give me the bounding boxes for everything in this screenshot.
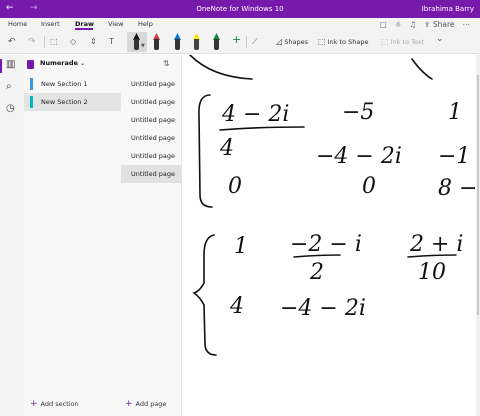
ink-entry: −5	[342, 100, 374, 125]
rail-selection-indicator	[0, 59, 2, 73]
chevron-down-icon: ⌄	[80, 60, 86, 67]
sort-icon[interactable]: ⇅	[163, 59, 170, 68]
notebook-name: Numerade	[40, 59, 78, 67]
ink-to-text-icon: ⬚	[381, 37, 389, 46]
pen-red[interactable]	[152, 33, 161, 51]
tab-help[interactable]: Help	[138, 20, 153, 28]
undo-icon[interactable]: ↶	[8, 36, 16, 48]
vertical-scrollbar[interactable]	[476, 55, 480, 416]
page-item[interactable]: Untitled page	[121, 75, 181, 93]
ink-entry: 2 + i	[409, 232, 463, 257]
toolbar-divider	[246, 36, 247, 48]
ink-entry: 8 −	[438, 176, 477, 201]
tab-home[interactable]: Home	[8, 20, 27, 28]
bell-icon[interactable]: ♫	[409, 20, 416, 29]
ink-stroke	[411, 58, 433, 80]
section-label: New Section 1	[41, 80, 88, 88]
draw-toolbar: ↶ ↷ ⬚ ◇ ⇕ T ▼ + ⟋ ◿ Shapes ⬚ Ink to Shap…	[0, 30, 480, 54]
type-text-icon[interactable]: T	[109, 36, 114, 48]
lasso-select-icon[interactable]: ⬚	[50, 36, 58, 48]
plus-icon: +	[125, 399, 133, 409]
ink-stroke	[189, 55, 253, 80]
notebook-icon	[27, 60, 34, 69]
user-name[interactable]: Ibrahima Barry	[422, 5, 474, 13]
matrix-bracket	[192, 234, 217, 356]
notebooks-icon[interactable]: ▥	[6, 59, 15, 70]
ink-to-shape-button[interactable]: ⬚ Ink to Shape	[318, 36, 368, 48]
title-bar: ← → OneNote for Windows 10 Ibrahima Barr…	[0, 0, 480, 18]
redo-icon[interactable]: ↷	[28, 36, 36, 48]
toolbar-divider	[44, 36, 45, 48]
matrix-bracket	[198, 94, 213, 208]
ink-entry: 10	[418, 260, 446, 285]
page-item[interactable]: Untitled page	[121, 129, 181, 147]
ink-entry: −4 − 2i	[316, 144, 402, 169]
window-title: OneNote for Windows 10	[196, 5, 284, 13]
ink-entry: 4	[219, 136, 234, 161]
menu-right-icons: ▢ ☼ ♫ ⇪ Share ⋯	[380, 18, 470, 30]
more-options-icon[interactable]: ⌄	[436, 33, 444, 45]
ink-entry: 2	[309, 260, 324, 285]
ruler-icon[interactable]: ⟋	[252, 36, 258, 48]
section-item[interactable]: New Section 1	[24, 75, 121, 93]
section-item-selected[interactable]: New Section 2	[24, 93, 121, 111]
navigation-rail: ▥ ⌕ ◷	[0, 55, 24, 416]
shapes-label: Shapes	[284, 38, 308, 46]
ink-to-shape-icon: ⬚	[318, 37, 326, 46]
tab-insert[interactable]: Insert	[41, 20, 60, 28]
eraser-icon[interactable]: ◇	[70, 36, 76, 48]
ink-entry: 0	[362, 174, 376, 199]
pen-black-selected[interactable]	[132, 33, 141, 51]
section-label: New Section 2	[41, 98, 88, 106]
search-icon[interactable]: ⌕	[6, 81, 12, 92]
page-item[interactable]: Untitled page	[121, 93, 181, 111]
insert-space-icon[interactable]: ⇕	[90, 36, 97, 48]
share-label: Share	[432, 19, 455, 29]
ink-entry: −2 − i	[290, 232, 362, 257]
page-pane: ⇅ Untitled page Untitled page Untitled p…	[121, 55, 182, 416]
page-item-selected[interactable]: Untitled page	[121, 165, 181, 183]
more-icon[interactable]: ⋯	[463, 20, 471, 29]
fraction-bar	[219, 126, 305, 131]
ink-to-shape-label: Ink to Shape	[327, 38, 369, 46]
add-page-label: Add page	[135, 400, 167, 408]
add-section-button[interactable]: + Add section	[30, 399, 79, 409]
ink-entry: 0	[228, 174, 242, 199]
ribbon-tabs: Home Insert Draw View Help ▢ ☼ ♫ ⇪ Share…	[0, 18, 480, 30]
section-color-swatch	[30, 96, 33, 108]
scrollbar-thumb[interactable]	[477, 75, 479, 315]
page-item[interactable]: Untitled page	[121, 147, 181, 165]
share-icon: ⇪	[424, 19, 431, 29]
section-pane: Numerade ⌄ New Section 1 New Section 2 +…	[24, 55, 121, 416]
tab-draw[interactable]: Draw	[75, 20, 94, 28]
highlighter-yellow[interactable]	[192, 33, 201, 51]
ink-entry: 4 − 2i	[221, 102, 289, 127]
page-item[interactable]: Untitled page	[121, 111, 181, 129]
recent-icon[interactable]: ◷	[6, 103, 15, 114]
sticky-notes-icon[interactable]: ▢	[380, 20, 387, 29]
section-color-swatch	[30, 78, 33, 90]
ink-drawing[interactable]: 4 − 2i −5 1 4 −4 − 2i −1 0 0 8 − 1 −2 − …	[182, 55, 480, 416]
plus-icon: +	[30, 399, 38, 409]
tab-view[interactable]: View	[108, 20, 123, 28]
ink-entry: −1	[438, 144, 470, 169]
add-section-label: Add section	[40, 400, 79, 408]
ink-to-text-button[interactable]: ⬚ Ink to Text	[381, 36, 424, 48]
shapes-icon: ◿	[276, 37, 283, 46]
pen-green[interactable]	[212, 33, 221, 51]
lightbulb-icon[interactable]: ☼	[395, 20, 402, 29]
ink-entry: 1	[234, 234, 248, 259]
shapes-button[interactable]: ◿ Shapes	[276, 36, 308, 48]
page-canvas[interactable]: 4 − 2i −5 1 4 −4 − 2i −1 0 0 8 − 1 −2 − …	[182, 55, 480, 416]
ink-entry: 1	[448, 100, 462, 125]
ink-entry: −4 − 2i	[280, 296, 366, 321]
ink-entry: 4	[229, 294, 244, 319]
share-button[interactable]: ⇪ Share	[424, 20, 454, 29]
ink-to-text-label: Ink to Text	[390, 38, 425, 46]
chevron-down-icon[interactable]: ▼	[141, 40, 145, 52]
notebook-selector[interactable]: Numerade ⌄	[40, 59, 85, 67]
add-page-button[interactable]: + Add page	[125, 399, 166, 409]
pen-blue[interactable]	[173, 33, 182, 51]
add-pen-icon[interactable]: +	[232, 34, 241, 46]
